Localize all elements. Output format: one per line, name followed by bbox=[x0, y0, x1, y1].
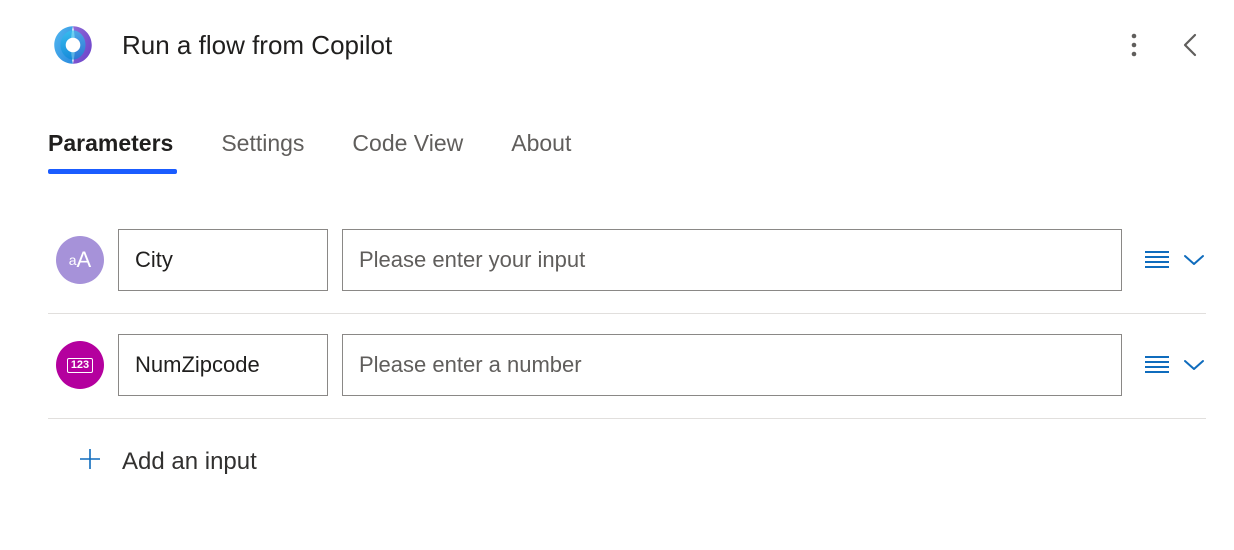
reorder-button[interactable] bbox=[1144, 355, 1170, 375]
panel-title: Run a flow from Copilot bbox=[122, 30, 1094, 61]
text-type-icon: aA bbox=[56, 236, 104, 284]
plus-icon bbox=[76, 447, 104, 476]
copilot-logo-icon bbox=[48, 20, 98, 70]
reorder-button[interactable] bbox=[1144, 250, 1170, 270]
more-options-button[interactable] bbox=[1118, 29, 1150, 61]
parameter-name-input[interactable] bbox=[118, 334, 328, 396]
parameter-row: 123 bbox=[48, 314, 1206, 419]
chevron-down-icon bbox=[1182, 358, 1206, 372]
tab-settings[interactable]: Settings bbox=[221, 130, 304, 171]
tab-about[interactable]: About bbox=[511, 130, 571, 171]
tab-code-view[interactable]: Code View bbox=[352, 130, 463, 171]
tab-bar: Parameters Settings Code View About bbox=[48, 130, 1206, 183]
tab-parameters[interactable]: Parameters bbox=[48, 130, 173, 171]
parameter-name-input[interactable] bbox=[118, 229, 328, 291]
reorder-lines-icon bbox=[1144, 355, 1170, 375]
parameter-row: aA bbox=[48, 209, 1206, 314]
chevron-left-icon bbox=[1181, 31, 1199, 59]
chevron-down-icon bbox=[1182, 253, 1206, 267]
vertical-ellipsis-icon bbox=[1131, 33, 1137, 57]
number-type-icon: 123 bbox=[56, 341, 104, 389]
parameter-value-input[interactable] bbox=[342, 229, 1122, 291]
collapse-panel-button[interactable] bbox=[1174, 29, 1206, 61]
parameter-value-input[interactable] bbox=[342, 334, 1122, 396]
add-input-button[interactable]: Add an input bbox=[48, 419, 1206, 476]
reorder-lines-icon bbox=[1144, 250, 1170, 270]
add-input-label: Add an input bbox=[122, 448, 257, 476]
row-options-button[interactable] bbox=[1182, 358, 1206, 372]
row-options-button[interactable] bbox=[1182, 253, 1206, 267]
parameter-list: aA bbox=[48, 209, 1206, 419]
